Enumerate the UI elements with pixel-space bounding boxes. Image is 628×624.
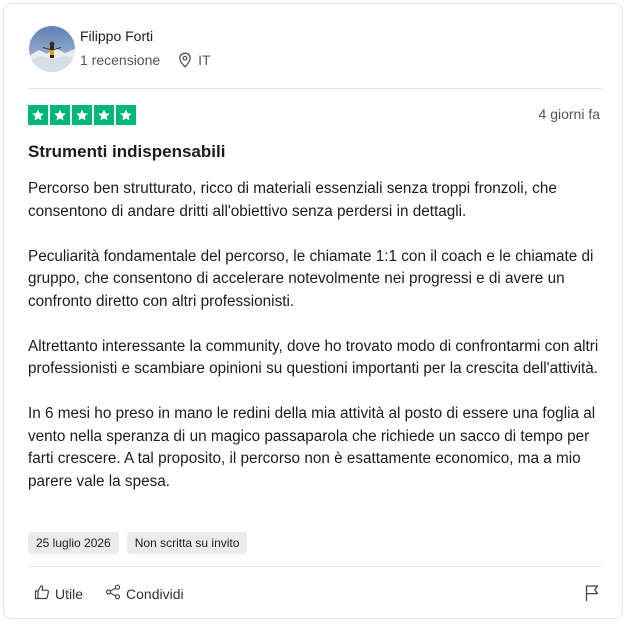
footer-divider bbox=[28, 566, 602, 567]
useful-button[interactable]: Utile bbox=[34, 584, 83, 603]
header-divider bbox=[28, 88, 602, 89]
review-actions: Utile Condividi bbox=[34, 584, 206, 603]
review-paragraph: Altrettanto interessante la community, d… bbox=[28, 337, 599, 378]
review-title[interactable]: Strumenti indispensabili bbox=[28, 142, 225, 162]
invite-status-badge[interactable]: Non scritta su invito bbox=[126, 532, 248, 554]
thumbs-up-icon bbox=[34, 584, 50, 603]
star-icon bbox=[50, 105, 70, 125]
star-icon bbox=[72, 105, 92, 125]
review-paragraph: Percorso ben strutturato, ricco di mater… bbox=[28, 180, 557, 220]
flag-icon bbox=[584, 585, 600, 606]
flag-button[interactable] bbox=[584, 584, 600, 607]
star-icon bbox=[94, 105, 114, 125]
reviewer-meta: 1 recensione IT bbox=[80, 52, 211, 68]
review-tags: 25 luglio 2026 Non scritta su invito bbox=[28, 532, 248, 554]
useful-label: Utile bbox=[55, 585, 84, 602]
share-label: Condividi bbox=[126, 585, 184, 602]
review-paragraph: Peculiarità fondamentale del percorso, l… bbox=[28, 247, 594, 310]
reviewer-country: IT bbox=[198, 52, 211, 68]
review-paragraph: In 6 mesi ho preso in mano le redini del… bbox=[28, 405, 596, 490]
star-icon bbox=[28, 105, 48, 125]
review-card: Filippo Forti 1 recensione IT 4 giorni f… bbox=[3, 3, 623, 619]
star-icon bbox=[116, 105, 136, 125]
reviewer-name[interactable]: Filippo Forti bbox=[80, 28, 153, 44]
map-pin-icon bbox=[178, 52, 192, 68]
reviews-count: 1 recensione bbox=[80, 52, 161, 68]
review-relative-date: 4 giorni fa bbox=[538, 106, 600, 122]
review-body: Percorso ben strutturato, ricco di mater… bbox=[28, 178, 604, 493]
avatar[interactable] bbox=[29, 26, 75, 72]
star-rating bbox=[28, 105, 136, 125]
experience-date-badge: 25 luglio 2026 bbox=[28, 532, 119, 554]
share-icon bbox=[105, 584, 121, 603]
share-button[interactable]: Condividi bbox=[105, 584, 184, 603]
